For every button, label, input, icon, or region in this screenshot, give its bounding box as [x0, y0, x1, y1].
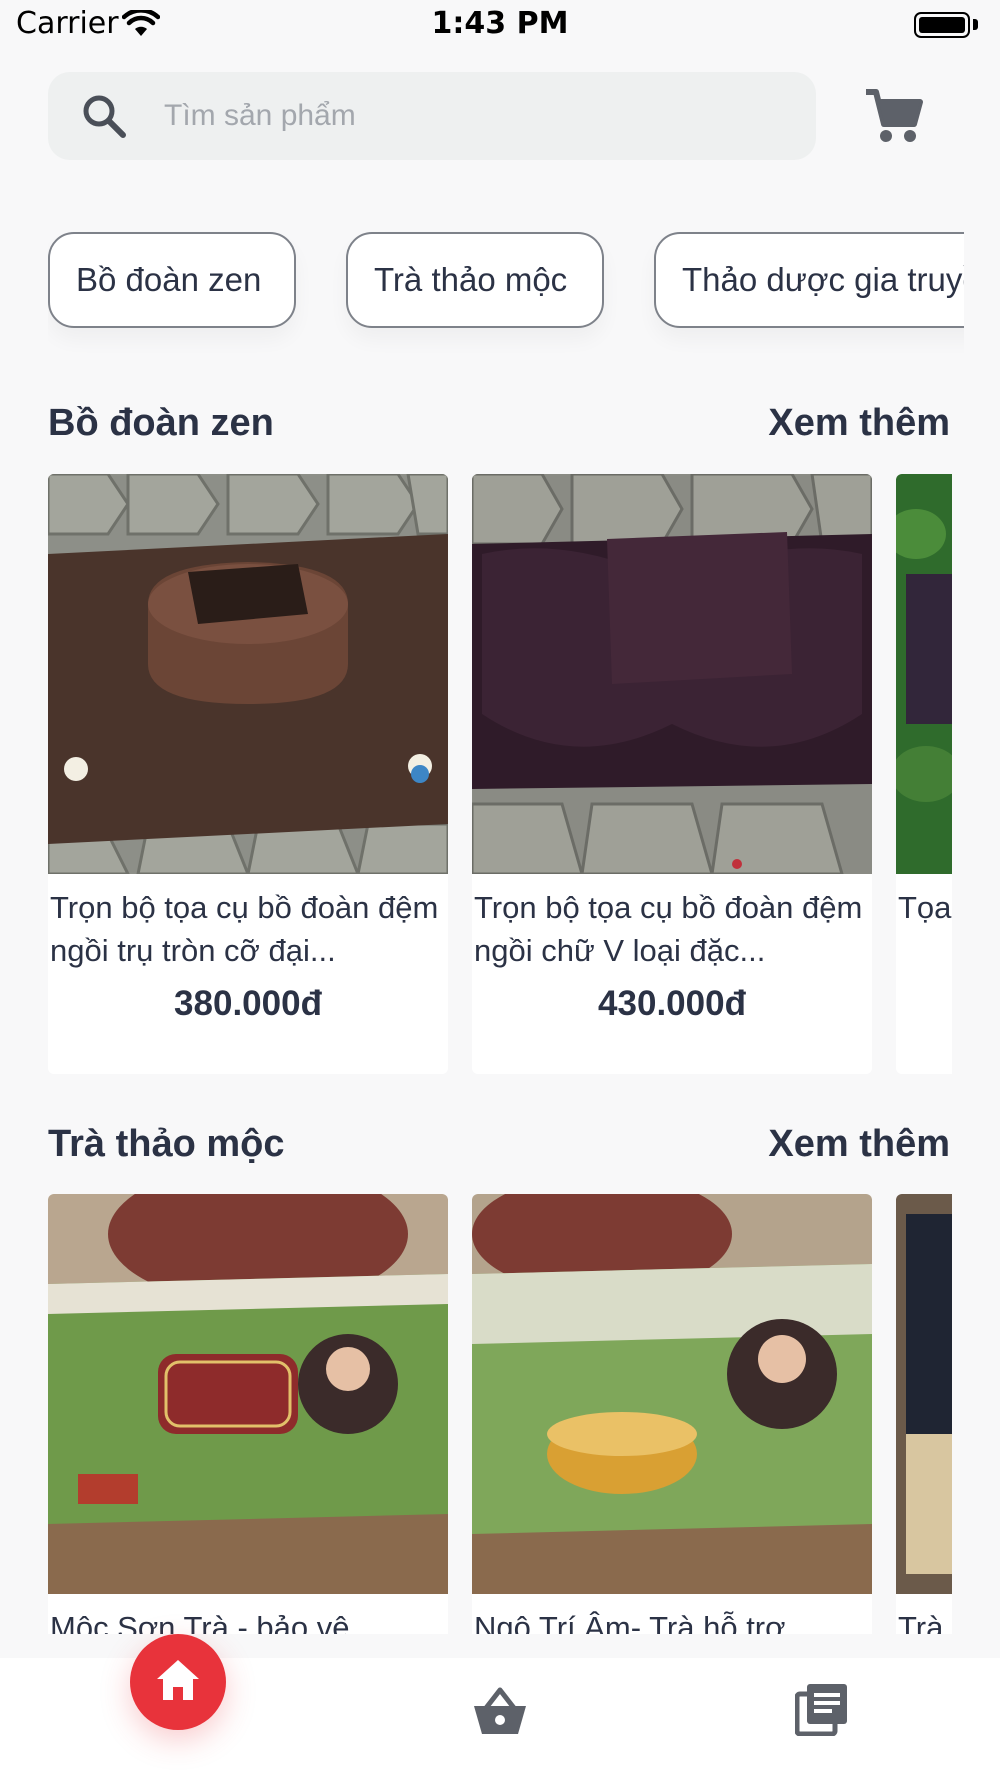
product-name: Trọn bộ tọa cụ bồ đoàn đệm ngồi trụ tròn…	[50, 886, 446, 972]
basket-icon[interactable]	[472, 1686, 528, 1738]
product-card[interactable]: Mộc Sơn Trà - bảo vệ	[48, 1194, 448, 1634]
search-input[interactable]	[164, 72, 784, 160]
product-card[interactable]: Tọa thô	[896, 474, 952, 1074]
product-name-text: Ngộ Trí Âm- Trà hỗ trợ	[474, 1610, 786, 1634]
product-image	[48, 1194, 448, 1594]
product-name-text: Trọn bộ tọa cụ bồ đoàn đệm ngồi chữ V lo…	[474, 890, 863, 968]
product-name-text: Trà	[898, 1610, 944, 1634]
product-image	[48, 474, 448, 874]
chip-tra-thao-moc[interactable]: Trà thảo mộc	[346, 232, 604, 328]
chip-thao-duoc-gia-truyen[interactable]: Thảo dược gia truyền	[654, 232, 964, 328]
product-name-text: Tọa thô	[898, 890, 952, 925]
battery-nub	[973, 19, 978, 30]
product-image	[896, 1194, 952, 1594]
product-row-tra-thao-moc: Mộc Sơn Trà - bảo vệ Ngộ Trí Âm- Trà hỗ …	[48, 1194, 952, 1634]
product-card[interactable]: Ngộ Trí Âm- Trà hỗ trợ	[472, 1194, 872, 1634]
see-more-bo-doan-zen[interactable]: Xem thêm	[768, 402, 950, 445]
product-image	[472, 474, 872, 874]
news-icon[interactable]	[795, 1682, 849, 1736]
product-card[interactable]: Trọn bộ tọa cụ bồ đoàn đệm ngồi trụ tròn…	[48, 474, 448, 1074]
product-card[interactable]: Trọn bộ tọa cụ bồ đoàn đệm ngồi chữ V lo…	[472, 474, 872, 1074]
see-more-tra-thao-moc[interactable]: Xem thêm	[768, 1123, 950, 1166]
search-icon	[83, 95, 126, 138]
product-name-text: Mộc Sơn Trà - bảo vệ	[50, 1610, 350, 1634]
product-image	[472, 1194, 872, 1594]
status-bar: Carrier 1:43 PM	[0, 0, 1000, 50]
product-name: Trà	[898, 1606, 952, 1634]
search-bar[interactable]	[48, 72, 816, 160]
product-card[interactable]: Trà	[896, 1194, 952, 1634]
chip-bo-doan-zen[interactable]: Bồ đoàn zen	[48, 232, 296, 328]
home-icon	[157, 1660, 199, 1700]
product-name: Tọa thô	[898, 886, 952, 972]
section-title-tra-thao-moc: Trà thảo mộc	[48, 1123, 285, 1165]
cart-icon[interactable]	[862, 84, 926, 148]
product-price: 430.000đ	[598, 984, 746, 1023]
product-image	[896, 474, 952, 874]
product-name: Ngộ Trí Âm- Trà hỗ trợ	[474, 1606, 870, 1634]
status-time: 1:43 PM	[431, 6, 569, 41]
product-name: Mộc Sơn Trà - bảo vệ	[50, 1606, 446, 1634]
battery-icon	[914, 12, 970, 38]
nav-home-button[interactable]	[130, 1634, 226, 1730]
section-title-bo-doan-zen: Bồ đoàn zen	[48, 402, 274, 444]
product-row-bo-doan-zen: Trọn bộ tọa cụ bồ đoàn đệm ngồi trụ tròn…	[48, 474, 952, 1074]
category-chips: Bồ đoàn zen Trà thảo mộc Thảo dược gia t…	[48, 230, 964, 360]
product-name: Trọn bộ tọa cụ bồ đoàn đệm ngồi chữ V lo…	[474, 886, 870, 972]
product-price: 380.000đ	[174, 984, 322, 1023]
product-name-text: Trọn bộ tọa cụ bồ đoàn đệm ngồi trụ tròn…	[50, 890, 439, 968]
